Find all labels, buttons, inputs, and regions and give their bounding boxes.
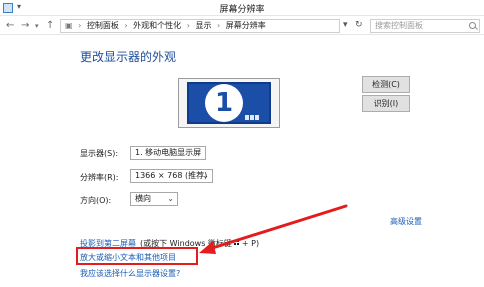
annotation-arrow-icon xyxy=(199,204,348,254)
